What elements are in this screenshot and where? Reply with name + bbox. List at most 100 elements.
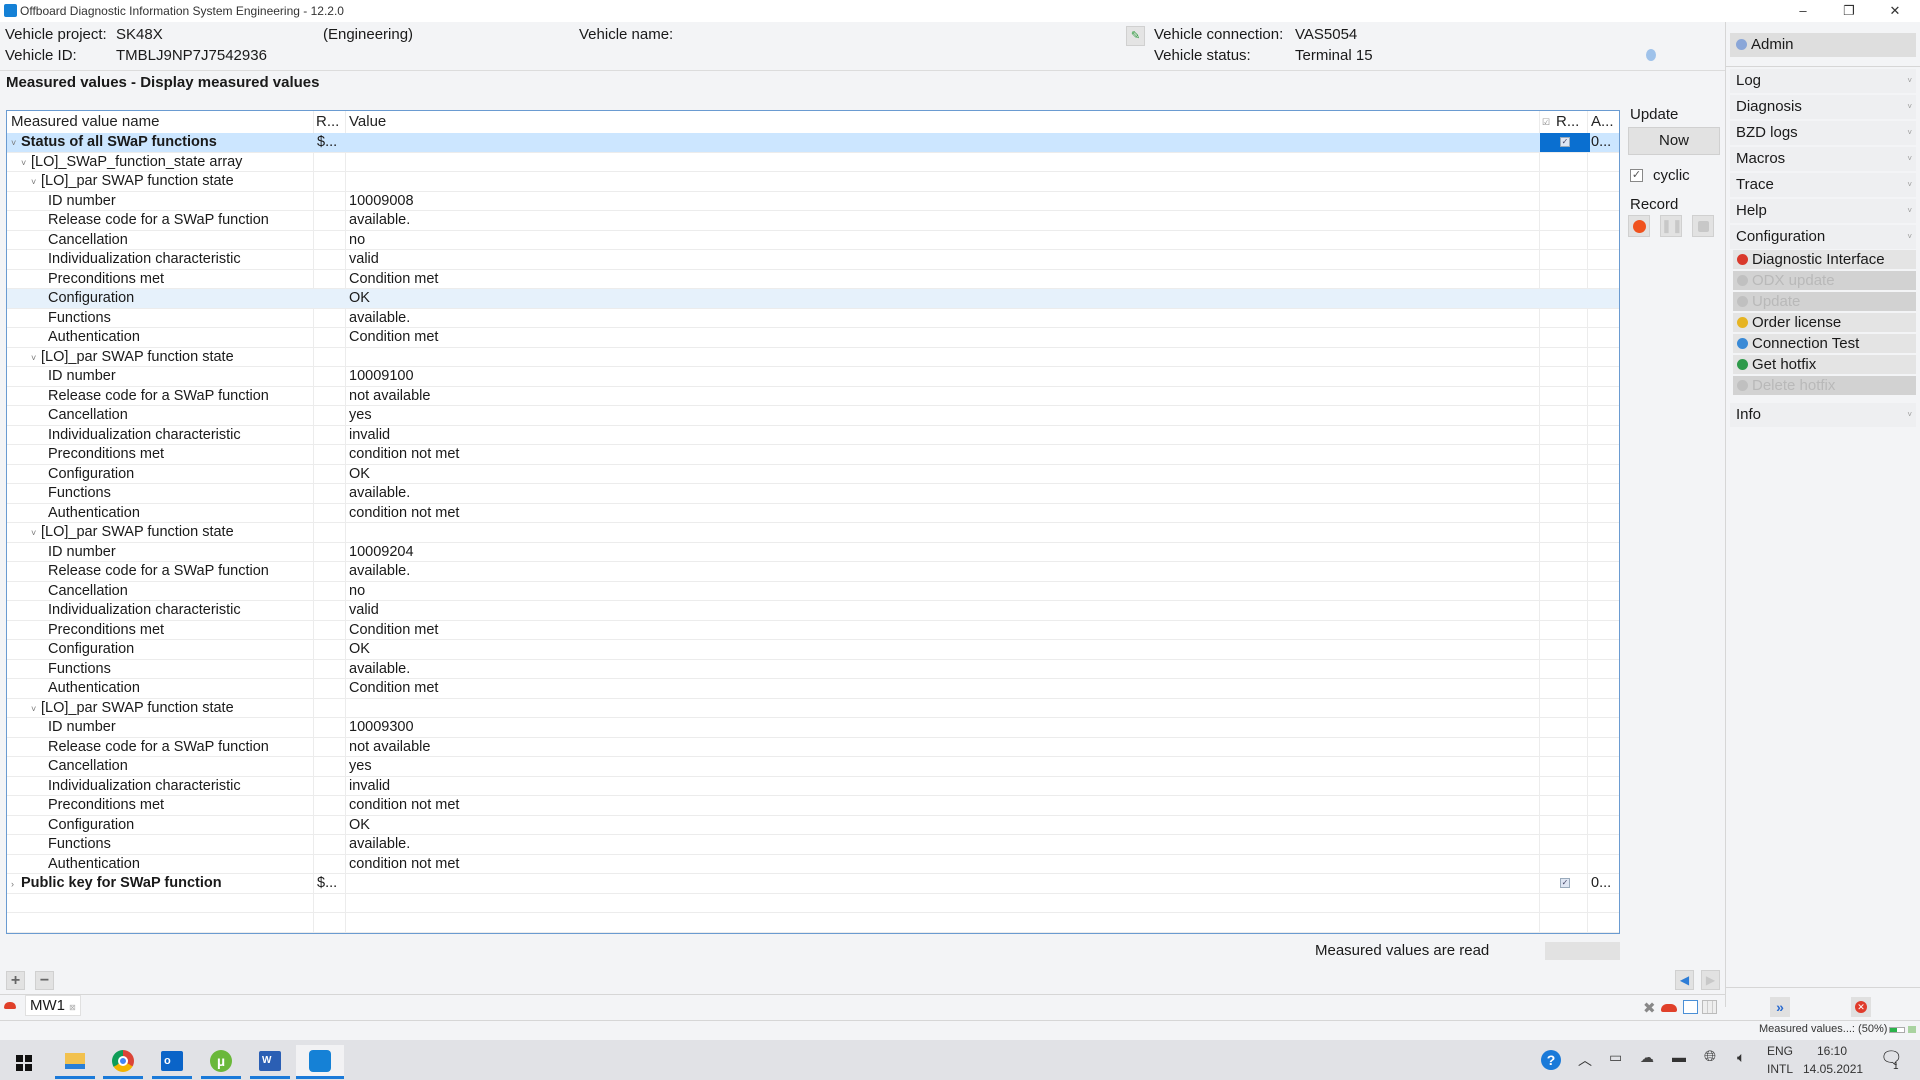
clock-date[interactable]: 14.05.2021 bbox=[1803, 1062, 1863, 1076]
help-icon[interactable]: ? bbox=[1541, 1050, 1561, 1070]
update-now-button[interactable]: Now bbox=[1628, 127, 1720, 155]
pause-button[interactable]: ❚❚ bbox=[1660, 215, 1683, 237]
column-header-value[interactable]: Value bbox=[349, 111, 386, 133]
config-item-connection-test[interactable]: Connection Test bbox=[1733, 334, 1916, 354]
table-row[interactable] bbox=[7, 894, 1619, 913]
table-row[interactable]: Cancellation no bbox=[7, 582, 1619, 601]
table-row[interactable]: ˅ [LO]_par SWAP function state bbox=[7, 348, 1619, 368]
sidebar-item-help[interactable]: Help ˅ bbox=[1730, 199, 1916, 223]
table-row[interactable]: Configuration OK bbox=[7, 465, 1619, 484]
volume-icon[interactable]: 🔈︎ bbox=[1737, 1049, 1745, 1066]
table-row[interactable]: Authentication condition not met bbox=[7, 855, 1619, 874]
table-row[interactable]: Individualization characteristic invalid bbox=[7, 777, 1619, 796]
config-item-order-license[interactable]: Order license bbox=[1733, 313, 1916, 333]
sidebar-item-log[interactable]: Log ˅ bbox=[1730, 69, 1916, 93]
tab-close-icon[interactable]: ⊠ bbox=[69, 1003, 76, 1012]
record-checkbox[interactable]: ✓ bbox=[1540, 874, 1590, 893]
table-row[interactable]: Release code for a SWaP function not avai… bbox=[7, 387, 1619, 406]
table-row[interactable]: Preconditions met condition not met bbox=[7, 445, 1619, 465]
minimize-button[interactable]: – bbox=[1780, 0, 1826, 22]
tab-mw1[interactable]: MW1 ⊠ bbox=[25, 995, 81, 1016]
sidebar-item-diagnosis[interactable]: Diagnosis ˅ bbox=[1730, 95, 1916, 119]
vehicle-icon[interactable] bbox=[1661, 1004, 1677, 1012]
table-row[interactable]: ID number 10009008 bbox=[7, 192, 1619, 211]
taskbar-outlook[interactable]: o bbox=[152, 1045, 192, 1079]
sidebar-item-bzd-logs[interactable]: BZD logs ˅ bbox=[1730, 121, 1916, 145]
network-globe-icon[interactable]: 🌐︎ bbox=[1704, 1048, 1716, 1065]
sidebar-item-macros[interactable]: Macros ˅ bbox=[1730, 147, 1916, 171]
config-item-get-hotfix[interactable]: Get hotfix bbox=[1733, 355, 1916, 375]
show-hidden-icons-chevron-icon[interactable]: ︿ bbox=[1578, 1050, 1592, 1070]
table-row[interactable]: Preconditions met Condition met bbox=[7, 621, 1619, 640]
table-row[interactable]: ˅ Status of all SWaP functions $... ✓ 0... bbox=[7, 133, 1619, 153]
restore-button[interactable]: ❐ bbox=[1826, 0, 1872, 22]
config-item-delete-hotfix[interactable]: Delete hotfix bbox=[1733, 376, 1916, 396]
start-button[interactable] bbox=[4, 1045, 44, 1079]
column-header-name[interactable]: Measured value name bbox=[11, 111, 159, 133]
table-row[interactable]: Individualization characteristic valid bbox=[7, 250, 1619, 270]
cyclic-checkbox[interactable]: ✓ cyclic bbox=[1628, 167, 1720, 184]
table-row[interactable]: Release code for a SWaP function availabl… bbox=[7, 211, 1619, 231]
table-row[interactable]: Configuration OK bbox=[7, 816, 1619, 835]
table-row[interactable]: ID number 10009300 bbox=[7, 718, 1619, 738]
table-row[interactable]: Configuration OK bbox=[7, 289, 1619, 309]
table-row[interactable]: ID number 10009100 bbox=[7, 367, 1619, 387]
taskbar-file-explorer[interactable] bbox=[55, 1045, 95, 1079]
battery-icon[interactable]: ▬ bbox=[1672, 1049, 1686, 1065]
cancel-button[interactable]: ✕ bbox=[1851, 997, 1871, 1017]
sidebar-item-configuration[interactable]: Configuration ˅ bbox=[1730, 225, 1916, 249]
input-language[interactable]: ENG bbox=[1767, 1044, 1793, 1058]
table-row[interactable]: Individualization characteristic invalid bbox=[7, 426, 1619, 445]
chevron-down-icon[interactable]: ˅ bbox=[31, 524, 41, 543]
expand-button[interactable]: » bbox=[1770, 997, 1790, 1017]
table-row[interactable]: Cancellation yes bbox=[7, 757, 1619, 777]
table-row[interactable]: Functions available. bbox=[7, 309, 1619, 328]
chevron-down-icon[interactable]: ˅ bbox=[11, 134, 21, 153]
sidebar-item-trace[interactable]: Trace ˅ bbox=[1730, 173, 1916, 197]
chevron-right-icon[interactable]: › bbox=[11, 875, 21, 894]
taskbar-word[interactable]: W bbox=[250, 1045, 290, 1079]
table-row[interactable]: Cancellation yes bbox=[7, 406, 1619, 426]
table-row[interactable]: Functions available. bbox=[7, 835, 1619, 855]
table-row[interactable]: Release code for a SWaP function not avai… bbox=[7, 738, 1619, 757]
chevron-down-icon[interactable]: ˅ bbox=[31, 700, 41, 719]
table-row[interactable]: ˅ [LO]_par SWAP function state bbox=[7, 699, 1619, 719]
grid-icon[interactable] bbox=[1702, 1000, 1717, 1014]
table-row[interactable]: Preconditions met Condition met bbox=[7, 270, 1619, 289]
back-button[interactable]: ◀ bbox=[1675, 970, 1694, 990]
calendar-check-icon[interactable] bbox=[1683, 1000, 1698, 1014]
record-checkbox[interactable]: ✓ bbox=[1540, 133, 1590, 152]
table-row[interactable]: Release code for a SWaP function availabl… bbox=[7, 562, 1619, 582]
onedrive-sync-icon[interactable]: ☁ bbox=[1640, 1049, 1654, 1066]
chevron-down-icon[interactable]: ˅ bbox=[21, 154, 31, 173]
chevron-down-icon[interactable]: ˅ bbox=[31, 173, 41, 192]
table-row[interactable]: Individualization characteristic valid bbox=[7, 601, 1619, 621]
forward-button[interactable]: ▶ bbox=[1701, 970, 1720, 990]
table-row[interactable]: ˅ [LO]_SWaP_function_state array bbox=[7, 153, 1619, 173]
taskbar-chrome[interactable] bbox=[103, 1045, 143, 1079]
config-item-odx-update[interactable]: ODX update bbox=[1733, 271, 1916, 291]
column-header-rcheck[interactable]: R... bbox=[1556, 111, 1579, 133]
table-row[interactable]: Functions available. bbox=[7, 660, 1619, 679]
config-item-update[interactable]: Update bbox=[1733, 292, 1916, 312]
connection-icon[interactable]: ✎ bbox=[1126, 26, 1145, 46]
column-header-r[interactable]: R... bbox=[316, 111, 339, 133]
config-item-diagnostic-interface[interactable]: Diagnostic Interface bbox=[1733, 250, 1916, 270]
table-row[interactable]: ID number 10009204 bbox=[7, 543, 1619, 562]
table-row[interactable]: Authentication Condition met bbox=[7, 328, 1619, 348]
table-row[interactable]: › Public key for SWaP function $... ✓ 0... bbox=[7, 874, 1619, 894]
table-row[interactable]: Configuration OK bbox=[7, 640, 1619, 660]
stop-button[interactable] bbox=[1692, 215, 1714, 237]
close-x-icon[interactable]: ✖ bbox=[1643, 999, 1656, 1017]
select-all-checkbox-icon[interactable]: ☑ bbox=[1542, 111, 1550, 133]
sidebar-item-info[interactable]: Info ˅ bbox=[1730, 403, 1916, 427]
table-row[interactable]: ˅ [LO]_par SWAP function state bbox=[7, 172, 1619, 192]
table-row[interactable]: Preconditions met condition not met bbox=[7, 796, 1619, 816]
record-button[interactable] bbox=[1628, 215, 1650, 237]
clock-time[interactable]: 16:10 bbox=[1817, 1044, 1847, 1058]
notification-center-icon[interactable]: 🗨︎ bbox=[1880, 1048, 1903, 1069]
add-button[interactable]: + bbox=[6, 971, 25, 990]
user-admin[interactable]: Admin bbox=[1730, 33, 1916, 57]
chevron-down-icon[interactable]: ˅ bbox=[31, 349, 41, 368]
close-button[interactable]: ✕ bbox=[1872, 0, 1918, 22]
